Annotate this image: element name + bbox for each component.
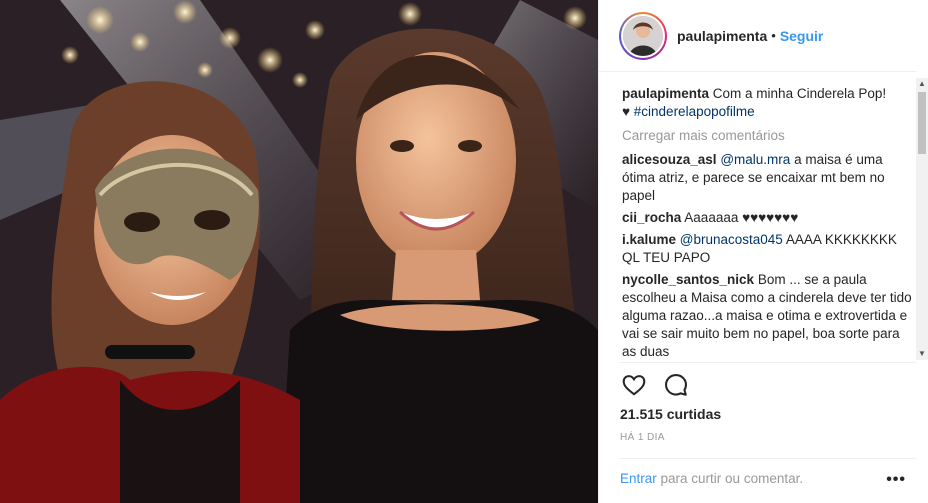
heart-outline-icon[interactable]: [621, 372, 647, 398]
comment-item: alicesouza_asl @malu.mra a maisa é uma ó…: [622, 151, 914, 205]
owner-username[interactable]: paulapimenta: [677, 28, 767, 44]
post-header: paulapimenta • Seguir: [599, 0, 916, 72]
scroll-down-arrow-icon[interactable]: ▼: [916, 348, 928, 360]
speech-bubble-icon[interactable]: [663, 372, 689, 398]
comment-username[interactable]: nycolle_santos_nick: [622, 272, 754, 287]
comment-username[interactable]: i.kalume: [622, 232, 676, 247]
scroll-up-arrow-icon[interactable]: ▲: [916, 78, 928, 90]
avatar-image: [623, 15, 663, 56]
login-prompt: Entrar para curtir ou comentar.: [620, 471, 803, 486]
comment-mention[interactable]: @brunacosta045: [680, 232, 783, 247]
comments-list[interactable]: paulapimenta Com a minha Cinderela Pop! …: [622, 85, 914, 357]
comment-text: Aaaaaaa ♥♥♥♥♥♥♥: [684, 210, 799, 225]
post-modal: paulapimenta • Seguir paulapimenta Com a…: [0, 0, 928, 503]
divider: [619, 362, 916, 363]
avatar[interactable]: [621, 13, 665, 58]
comment-username[interactable]: cii_rocha: [622, 210, 681, 225]
scrollbar-thumb[interactable]: [918, 92, 926, 154]
comment-item: nycolle_santos_nick Bom ... se a paula e…: [622, 271, 914, 357]
caption-text: Com a minha Cinderela Pop!: [712, 86, 887, 101]
heart-emoji: ♥: [622, 104, 631, 119]
photo-illustration: [0, 0, 598, 503]
caption: paulapimenta Com a minha Cinderela Pop! …: [622, 85, 914, 121]
follow-button[interactable]: Seguir: [780, 28, 824, 44]
likes-count[interactable]: 21.515 curtidas: [620, 406, 721, 422]
post-timestamp[interactable]: HÁ 1 DIA: [620, 432, 665, 443]
login-link[interactable]: Entrar: [620, 471, 657, 486]
caption-username[interactable]: paulapimenta: [622, 86, 709, 101]
comment-item: i.kalume @brunacosta045 AAAA KKKKKKKK QL…: [622, 231, 914, 267]
header-separator: •: [771, 28, 776, 43]
load-more-comments-button[interactable]: Carregar mais comentários: [622, 127, 914, 145]
post-sidebar: paulapimenta • Seguir paulapimenta Com a…: [598, 0, 928, 503]
more-options-icon[interactable]: •••: [886, 471, 906, 489]
divider: [619, 458, 916, 459]
post-photo[interactable]: [0, 0, 598, 503]
comment-item: cii_rocha Aaaaaaa ♥♥♥♥♥♥♥: [622, 209, 914, 227]
comments-scrollbar[interactable]: ▲ ▼: [916, 78, 928, 360]
story-ring[interactable]: [619, 11, 667, 60]
comment-username[interactable]: alicesouza_asl: [622, 152, 717, 167]
login-prompt-text: para curtir ou comentar.: [660, 471, 804, 486]
action-bar: [621, 372, 689, 398]
comment-mention[interactable]: @malu.mra: [720, 152, 790, 167]
caption-hashtag[interactable]: #cinderelapopofilme: [634, 104, 755, 119]
